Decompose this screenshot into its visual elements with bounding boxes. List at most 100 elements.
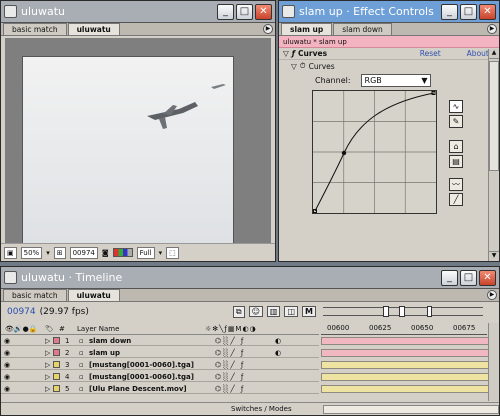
zoom-select[interactable]: 50% [20,246,43,259]
resolution-select[interactable]: Full [136,246,155,259]
close-icon[interactable]: ✕ [255,3,272,20]
layer-label-swatch[interactable] [53,373,60,380]
layer-label-swatch[interactable] [53,385,60,392]
layer-switches[interactable]: ⌬░╱ ƒ [215,373,275,381]
frame-blending-icon[interactable]: ▥ [266,306,281,317]
reset-curve-icon[interactable]: ╱ [449,193,463,206]
close-icon[interactable]: ✕ [479,269,496,286]
layer-row[interactable]: ◉ ▷ 3 ▫ [mustang[0001-0060].tga] ⌬░╱ ƒ [1,360,319,370]
navigator-marker[interactable] [427,306,432,317]
layer-row[interactable]: ◉ ▷ 5 ▫ [Ulu Plane Descent.mov] ⌬░╱ ƒ [1,384,319,394]
save-file-icon[interactable]: ▤ [449,155,463,168]
column-layer-name[interactable]: Layer Name [73,325,205,333]
twirl-right-icon[interactable]: ▷ [45,361,53,369]
navigator-handle-left[interactable] [383,306,389,317]
eye-icon[interactable]: ◉ [1,361,15,369]
comp-marker-icon[interactable]: ⧉ [232,305,245,318]
layer-name[interactable]: [mustang[0001-0060].tga] [89,361,215,369]
layer-switches[interactable]: ⌬░╱ ƒ [215,337,275,345]
maximize-icon[interactable]: □ [460,269,477,286]
layer-row[interactable]: ◉ ▷ 2 ▫ slam up ⌬░╱ ƒ ◐ [1,348,319,358]
graph-editor-icon[interactable]: M [302,306,317,317]
layer-switches[interactable]: ⌬░╱ ƒ [215,361,275,369]
panel-menu-icon[interactable]: ▶ [487,24,497,34]
layer-switches[interactable]: ⌬░╱ ƒ [215,349,275,357]
param-row-curves[interactable]: ▽ ⏱ Curves [279,60,499,72]
eye-icon[interactable]: ◉ [1,385,15,393]
eye-icon[interactable]: ◉ [1,337,15,345]
smooth-tool-icon[interactable]: 〰 [449,178,463,191]
minimize-icon[interactable]: _ [217,3,234,20]
current-time[interactable]: 00974 [7,307,36,317]
navigator-handle-right[interactable] [399,306,405,317]
tab-basic-match[interactable]: basic match [3,23,67,35]
layer-mode-icon[interactable]: ◐ [275,349,295,357]
fx-icon[interactable]: ƒ [292,49,295,58]
bezier-tool-icon[interactable]: ∿ [449,100,463,113]
effect-row-curves[interactable]: ▽ ƒ Curves Reset About... [279,48,499,60]
layer-name[interactable]: [mustang[0001-0060].tga] [89,373,215,381]
tab-basic-match[interactable]: basic match [3,289,67,301]
timeline-ruler[interactable]: 00600 00625 00650 00675 [321,321,487,335]
switches-modes-toggle[interactable]: Switches / Modes [231,405,292,413]
twirl-down-icon[interactable]: ▽ [283,49,289,58]
layer-duration-bar[interactable] [321,349,495,357]
channel-select[interactable]: RGB ▼ [360,74,431,87]
effect-controls-titlebar[interactable]: slam up · Effect Controls _ □ ✕ [279,1,499,23]
twirl-right-icon[interactable]: ▷ [45,373,53,381]
minimize-icon[interactable]: _ [441,269,458,286]
curve-plot[interactable] [313,91,436,213]
panel-menu-icon[interactable]: ▶ [263,24,273,34]
twirl-right-icon[interactable]: ▷ [45,337,53,345]
layer-name[interactable]: [Ulu Plane Descent.mov] [89,385,215,393]
twirl-right-icon[interactable]: ▷ [45,385,53,393]
shy-layers-icon[interactable]: ☺ [248,306,263,317]
layer-duration-bar[interactable] [321,337,495,345]
layer-name[interactable]: slam up [89,349,215,357]
tab-slam-down[interactable]: slam down [333,23,392,35]
layer-row[interactable]: ◉ ▷ 4 ▫ [mustang[0001-0060].tga] ⌬░╱ ƒ [1,372,319,382]
panel-menu-icon[interactable]: ▶ [487,290,497,300]
layer-row[interactable]: ◉ ▷ 1 ▫ slam down ⌬░╱ ƒ ◐ [1,336,319,346]
scroll-down-icon[interactable]: ▼ [489,251,499,261]
scrollbar[interactable]: ▲ ▼ [488,49,499,261]
layer-name[interactable]: slam down [89,337,215,345]
twirl-right-icon[interactable]: ▷ [45,349,53,357]
composition-viewer[interactable] [5,38,271,261]
layer-duration-bar[interactable] [321,361,495,369]
stopwatch-icon[interactable]: ⏱ [300,61,306,71]
reset-link[interactable]: Reset [420,49,467,58]
timecode-field[interactable]: 00974 [69,246,98,259]
eye-icon[interactable]: ◉ [1,373,15,381]
pencil-tool-icon[interactable]: ✎ [449,115,463,128]
timeline-vscroll[interactable] [488,323,499,401]
region-of-interest-button[interactable]: ⬚ [166,246,179,259]
layer-label-swatch[interactable] [53,361,60,368]
tab-uluwatu[interactable]: uluwatu [67,23,120,35]
motion-blur-icon[interactable]: ◫ [284,306,299,317]
close-icon[interactable]: ✕ [479,3,496,20]
safe-zones-button[interactable]: ⊞ [53,246,66,259]
maximize-icon[interactable]: □ [236,3,253,20]
twirl-down-icon[interactable]: ▽ [291,62,297,71]
layer-switches[interactable]: ⌬░╱ ƒ [215,385,275,393]
layer-duration-bar[interactable] [321,373,495,381]
time-navigator[interactable] [323,306,483,317]
tab-uluwatu[interactable]: uluwatu [67,289,120,301]
always-preview-button[interactable]: ▣ [4,246,17,259]
open-file-icon[interactable]: ⌂ [449,140,463,153]
scroll-thumb[interactable] [489,61,499,171]
layer-label-swatch[interactable] [53,349,60,356]
maximize-icon[interactable]: □ [460,3,477,20]
eye-icon[interactable]: ◉ [1,349,15,357]
layer-label-swatch[interactable] [53,337,60,344]
tab-slam-up[interactable]: slam up [281,23,333,35]
curves-graph[interactable] [312,90,437,214]
timeline-titlebar[interactable]: uluwatu · Timeline _ □ ✕ [1,267,499,289]
scroll-up-icon[interactable]: ▲ [489,49,499,59]
layer-duration-bar[interactable] [321,385,495,393]
minimize-icon[interactable]: _ [441,3,458,20]
curve-point[interactable] [341,150,347,156]
comp-titlebar[interactable]: uluwatu _ □ ✕ [1,1,275,23]
camera-icon[interactable]: ◙ [102,249,109,257]
